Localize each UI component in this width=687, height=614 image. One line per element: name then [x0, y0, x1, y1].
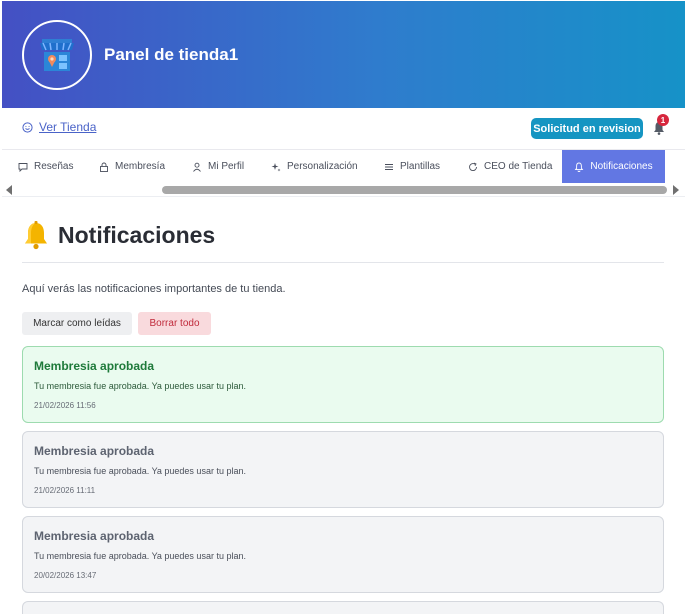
store-header: Panel de tienda1 — [2, 1, 685, 108]
view-store-label: Ver Tienda — [39, 120, 97, 134]
notification-message: Tu membresia fue aprobada. Ya puedes usa… — [34, 551, 246, 561]
notification-card-partial[interactable] — [22, 601, 664, 614]
notification-time: 20/02/2026 13:47 — [34, 571, 97, 580]
tab-bar: Reseñas Membresía Mi Perfil Personalizac… — [2, 150, 685, 183]
notification-card[interactable]: Membresia aprobada Tu membresia fue apro… — [22, 431, 664, 508]
notification-time: 21/02/2026 11:56 — [34, 401, 96, 410]
notifications-bell[interactable]: 1 — [652, 114, 669, 136]
tab-notificaciones[interactable]: Notificaciones — [562, 150, 665, 183]
tab-personalizacion[interactable]: Personalización — [271, 150, 358, 183]
tab-label: Plantillas — [400, 161, 441, 172]
view-store-link[interactable]: Ver Tienda — [22, 120, 96, 134]
tab-label: Notificaciones — [590, 161, 653, 172]
tab-plantillas[interactable]: Plantillas — [384, 150, 440, 183]
notification-message: Tu membresia fue aprobada. Ya puedes usa… — [34, 381, 246, 391]
page-title: Panel de tienda1 — [104, 45, 239, 64]
tab-label: Mi Perfil — [208, 161, 245, 172]
notification-message: Tu membresia fue aprobada. Ya puedes usa… — [34, 466, 246, 476]
notification-card[interactable]: Membresia aprobada Tu membresia fue apro… — [22, 346, 664, 423]
clear-all-button[interactable]: Borrar todo — [138, 312, 211, 335]
notification-title: Membresia aprobada — [34, 359, 155, 373]
tab-mi-perfil[interactable]: Mi Perfil — [192, 150, 244, 183]
refresh-icon — [469, 162, 477, 171]
intro-text: Aquí verás las notificaciones importante… — [22, 283, 286, 295]
tab-label: Reseñas — [34, 161, 74, 172]
tab-membresia[interactable]: Membresía — [99, 150, 165, 183]
bell-icon — [25, 221, 47, 250]
tab-label: Personalización — [287, 161, 358, 172]
mark-all-read-button[interactable]: Marcar como leídas — [22, 312, 132, 335]
bell-icon — [575, 162, 584, 172]
scroll-left-icon[interactable] — [6, 185, 12, 195]
section-header: Notificaciones — [22, 220, 215, 250]
notification-title: Membresia aprobada — [34, 444, 155, 458]
notification-card[interactable]: Membresia aprobada Tu membresia fue apro… — [22, 516, 664, 593]
sub-toolbar: Ver Tienda Solicitud en revision 1 — [2, 108, 685, 150]
storefront-icon — [40, 39, 74, 71]
tab-ceo-de-tienda[interactable]: CEO de Tienda — [468, 150, 552, 183]
review-status-button[interactable]: Solicitud en revision — [531, 118, 643, 139]
sparkle-icon — [271, 162, 281, 171]
store-logo — [22, 20, 92, 90]
notification-title: Membresia aprobada — [34, 529, 155, 543]
divider — [22, 262, 664, 263]
notification-time: 21/02/2026 11:11 — [34, 486, 96, 495]
user-icon — [193, 162, 201, 172]
list-icon — [385, 163, 393, 170]
tab-label: CEO de Tienda — [484, 161, 553, 172]
comment-icon — [18, 162, 28, 172]
tab-scrollbar[interactable] — [2, 183, 685, 197]
tab-label: Membresía — [115, 161, 166, 172]
notifications-title: Notificaciones — [58, 221, 216, 248]
notification-badge: 1 — [657, 114, 669, 126]
lock-icon — [100, 162, 108, 172]
scrollbar-thumb[interactable] — [162, 186, 667, 194]
scroll-right-icon[interactable] — [673, 185, 679, 195]
smile-icon — [22, 121, 33, 133]
tab-resenas[interactable]: Reseñas — [18, 150, 73, 183]
